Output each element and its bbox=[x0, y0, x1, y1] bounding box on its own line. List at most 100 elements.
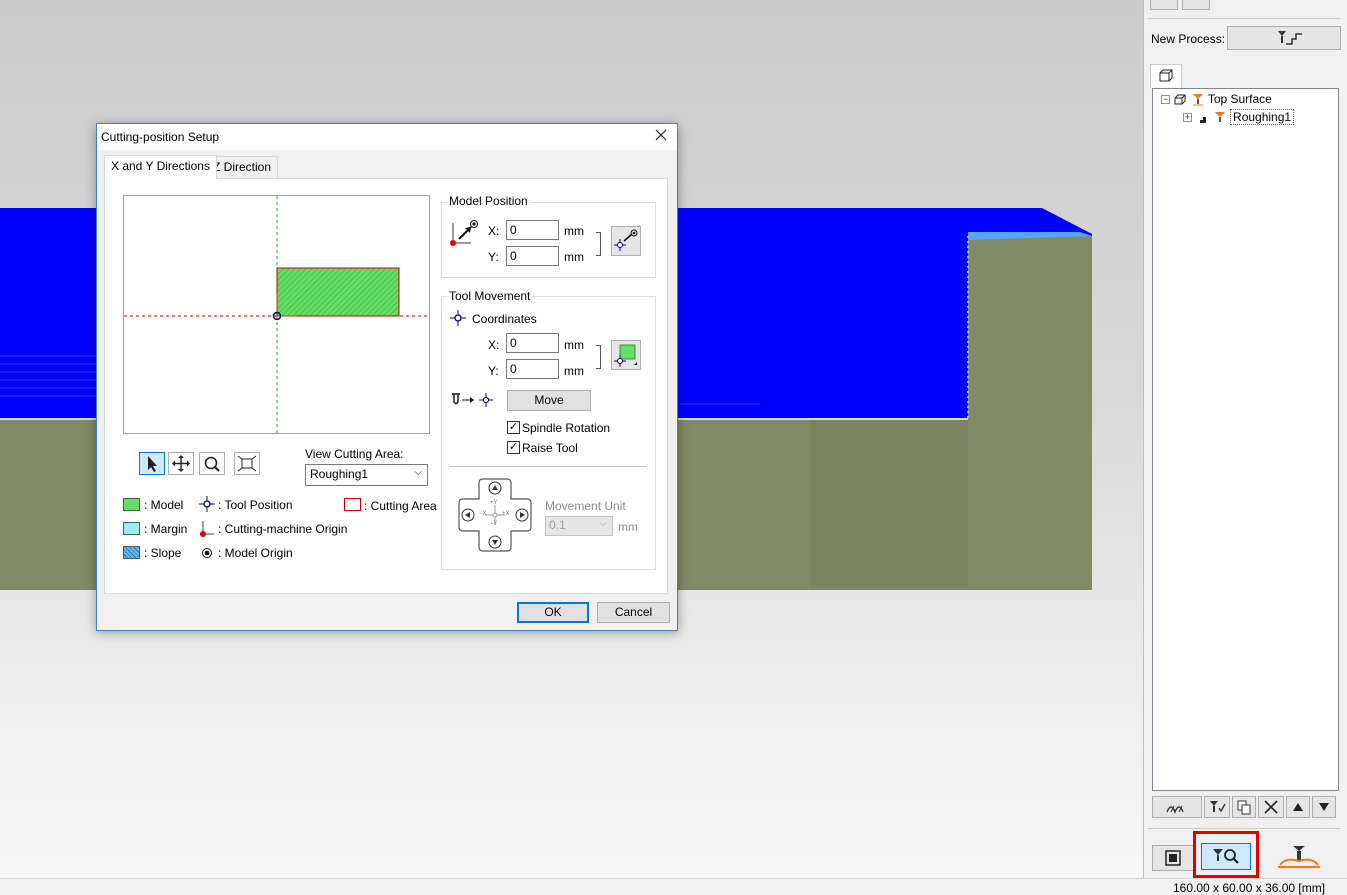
legend-tool-position: : Tool Position bbox=[218, 498, 293, 512]
close-button[interactable] bbox=[653, 128, 669, 144]
expand-icon[interactable]: + bbox=[1183, 113, 1192, 123]
path-icon bbox=[1166, 805, 1184, 814]
select-arrow-icon bbox=[148, 456, 157, 472]
copy-button[interactable] bbox=[1232, 796, 1256, 818]
arrow-down-icon bbox=[1319, 803, 1329, 811]
arrow-up-icon bbox=[1293, 803, 1303, 811]
set-tool-position-icon bbox=[614, 344, 637, 367]
tool-y-label: Y: bbox=[488, 364, 499, 378]
pan-tool-button[interactable] bbox=[168, 452, 194, 475]
process-tree[interactable]: − Top Surface + Roughing1 bbox=[1152, 88, 1339, 791]
tool-x-input[interactable] bbox=[506, 333, 559, 353]
panel-toggle-button[interactable] bbox=[1152, 845, 1194, 871]
preview-canvas bbox=[124, 196, 429, 433]
legend-cutting-machine-origin: : Cutting-machine Origin bbox=[218, 522, 348, 536]
tree-item-top-surface[interactable]: − Top Surface bbox=[1161, 92, 1272, 108]
model-y-label: Y: bbox=[488, 250, 499, 264]
button-label: Move bbox=[534, 393, 564, 407]
legend-model-origin: : Model Origin bbox=[218, 546, 293, 560]
model-y-input[interactable] bbox=[506, 246, 559, 266]
cancel-button[interactable]: Cancel bbox=[597, 602, 670, 623]
top-tool-button-1[interactable] bbox=[1150, 0, 1178, 10]
legend-slope: : Slope bbox=[144, 546, 182, 560]
spindle-rotation-checkbox[interactable]: ✓ bbox=[507, 421, 520, 434]
model-area bbox=[276, 267, 400, 317]
pan-icon bbox=[172, 455, 190, 472]
jog-plus-y: +Y bbox=[490, 500, 498, 506]
jog-plus-x: +X bbox=[502, 511, 510, 517]
legend-model: : Model bbox=[144, 498, 184, 512]
coordinates-label: Coordinates bbox=[472, 312, 537, 326]
chevron-down-icon: ⌵ bbox=[414, 467, 422, 478]
tool-y-unit: mm bbox=[564, 364, 584, 378]
tool-check-button[interactable] bbox=[1204, 796, 1230, 818]
surface-tool-icon bbox=[1192, 93, 1203, 106]
tab-xy-directions[interactable]: X and Y Directions bbox=[104, 155, 217, 179]
move-up-button[interactable] bbox=[1286, 796, 1310, 818]
model-x-label: X: bbox=[488, 224, 500, 238]
new-process-button[interactable] bbox=[1227, 26, 1341, 50]
ok-button[interactable]: OK bbox=[517, 602, 589, 623]
chevron-down-icon: ⌵ bbox=[599, 518, 607, 529]
movement-unit-label: Movement Unit bbox=[545, 499, 626, 513]
button-label: Cancel bbox=[614, 605, 653, 619]
set-model-origin-button[interactable] bbox=[611, 226, 641, 256]
model-swatch bbox=[123, 498, 140, 511]
jog-minus-x: −X bbox=[479, 511, 487, 517]
tree-item-label: Top Surface bbox=[1207, 92, 1272, 106]
model-x-input[interactable] bbox=[506, 220, 559, 240]
model-icon bbox=[1174, 94, 1186, 105]
roughing-tool-icon bbox=[1214, 111, 1225, 122]
movement-unit-select[interactable]: 0.1 ⌵ bbox=[545, 516, 613, 536]
tool-x-label: X: bbox=[488, 338, 500, 352]
set-tool-position-button[interactable] bbox=[611, 340, 641, 370]
tree-item-roughing1[interactable]: + Roughing1 bbox=[1183, 109, 1295, 126]
margin-swatch bbox=[123, 522, 140, 535]
select-value: Roughing1 bbox=[310, 467, 369, 481]
status-bar: 160.00 x 60.00 x 36.00 [mm] bbox=[0, 878, 1347, 895]
move-button[interactable]: Move bbox=[507, 390, 591, 411]
model-x-unit: mm bbox=[564, 224, 584, 238]
coordinates-icon bbox=[450, 310, 466, 326]
select-tool-button[interactable] bbox=[139, 452, 165, 475]
tool-check-icon bbox=[1210, 801, 1226, 813]
cutting-preview[interactable] bbox=[123, 195, 430, 434]
zoom-tool-button[interactable] bbox=[199, 452, 225, 475]
collapse-icon[interactable]: − bbox=[1161, 95, 1170, 105]
move-down-button[interactable] bbox=[1312, 796, 1336, 818]
model-position-title: Model Position bbox=[447, 194, 530, 208]
delete-button[interactable] bbox=[1258, 796, 1284, 818]
add-path-button[interactable] bbox=[1152, 796, 1202, 818]
dialog-titlebar[interactable]: Cutting-position Setup bbox=[97, 124, 677, 150]
tab-label: X and Y Directions bbox=[111, 159, 210, 173]
tree-tab[interactable] bbox=[1150, 64, 1182, 89]
start-cutting-button[interactable] bbox=[1260, 843, 1338, 870]
close-icon bbox=[655, 129, 667, 141]
legend-cutting-area: : Cutting Area bbox=[364, 499, 437, 513]
model-origin-icon bbox=[202, 548, 212, 558]
zoom-icon bbox=[204, 456, 220, 472]
fit-tool-button[interactable] bbox=[234, 452, 260, 475]
delete-icon bbox=[1264, 800, 1278, 814]
tool-y-input[interactable] bbox=[506, 359, 559, 379]
set-model-origin-icon bbox=[614, 229, 638, 251]
slope-swatch bbox=[123, 546, 140, 559]
copy-icon bbox=[1237, 800, 1251, 815]
top-tool-button-2[interactable] bbox=[1182, 0, 1210, 10]
cutting-machine-origin-icon bbox=[200, 521, 214, 537]
cutting-position-setup-icon bbox=[1213, 849, 1239, 864]
raise-tool-checkbox[interactable]: ✓ bbox=[507, 441, 520, 454]
start-cutting-icon bbox=[1278, 846, 1320, 868]
tab-label: Z Direction bbox=[213, 160, 272, 174]
cutting-position-setup-button[interactable] bbox=[1201, 843, 1251, 870]
cutting-area-swatch bbox=[344, 498, 361, 511]
jog-pad[interactable] bbox=[455, 475, 535, 555]
model-y-unit: mm bbox=[564, 250, 584, 264]
tool-movement-title: Tool Movement bbox=[447, 289, 533, 303]
view-cutting-area-select[interactable]: Roughing1 ⌵ bbox=[305, 464, 428, 486]
model-dimensions: 160.00 x 60.00 x 36.00 [mm] bbox=[1173, 881, 1326, 895]
jog-minus-y: −Y bbox=[490, 521, 498, 527]
tree-item-label: Roughing1 bbox=[1230, 109, 1295, 125]
legend-margin: : Margin bbox=[144, 522, 188, 536]
tool-x-unit: mm bbox=[564, 338, 584, 352]
